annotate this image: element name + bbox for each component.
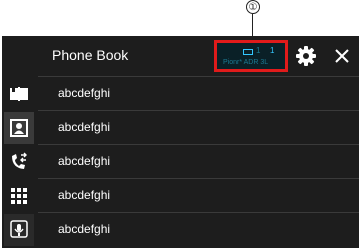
list-item[interactable]: abcdefghi bbox=[38, 212, 359, 246]
page-title: Phone Book bbox=[52, 47, 129, 63]
status-indicator: 1 1 Pionr* ADR 3L bbox=[214, 40, 288, 72]
sidebar bbox=[2, 76, 36, 248]
list-item[interactable]: abcdefghi bbox=[38, 178, 359, 212]
voice-recognition-icon bbox=[10, 220, 28, 238]
keypad-icon bbox=[11, 188, 27, 204]
phone-book-screen: Phone Book 1 1 Pionr* ADR 3L abcdefghi a… bbox=[2, 36, 359, 248]
carrier-name: Pionr* ADR 3L bbox=[223, 59, 269, 66]
settings-button[interactable] bbox=[292, 42, 320, 70]
contact-name: abcdefghi bbox=[58, 86, 111, 100]
list-item[interactable]: abcdefghi bbox=[38, 144, 359, 178]
sidebar-item-call-history[interactable] bbox=[4, 146, 34, 178]
book-icon bbox=[10, 86, 28, 101]
contact-name: abcdefghi bbox=[58, 188, 111, 202]
contact-name: abcdefghi bbox=[58, 154, 111, 168]
contact-list: abcdefghi abcdefghi abcdefghi abcdefghi … bbox=[38, 76, 359, 248]
sidebar-item-voice[interactable] bbox=[4, 214, 34, 246]
header: Phone Book 1 1 Pionr* ADR 3L bbox=[2, 36, 359, 76]
callout-line bbox=[252, 14, 253, 38]
close-button[interactable] bbox=[328, 42, 356, 70]
call-history-icon bbox=[12, 152, 27, 169]
sidebar-item-keypad[interactable] bbox=[4, 180, 34, 212]
sidebar-item-contacts[interactable] bbox=[4, 112, 34, 144]
close-icon bbox=[335, 49, 349, 63]
gear-icon bbox=[296, 46, 316, 66]
signal-indicator: 1 bbox=[270, 46, 275, 55]
callout-marker: ① bbox=[246, 0, 260, 14]
list-item[interactable]: abcdefghi bbox=[38, 110, 359, 144]
bluetooth-indicator: 1 bbox=[256, 46, 261, 55]
sidebar-item-phone-book[interactable] bbox=[4, 78, 34, 110]
list-item[interactable]: abcdefghi bbox=[38, 76, 359, 110]
contact-name: abcdefghi bbox=[58, 222, 111, 236]
battery-icon bbox=[243, 49, 253, 55]
contact-card-icon bbox=[10, 119, 28, 137]
contact-name: abcdefghi bbox=[58, 120, 111, 134]
